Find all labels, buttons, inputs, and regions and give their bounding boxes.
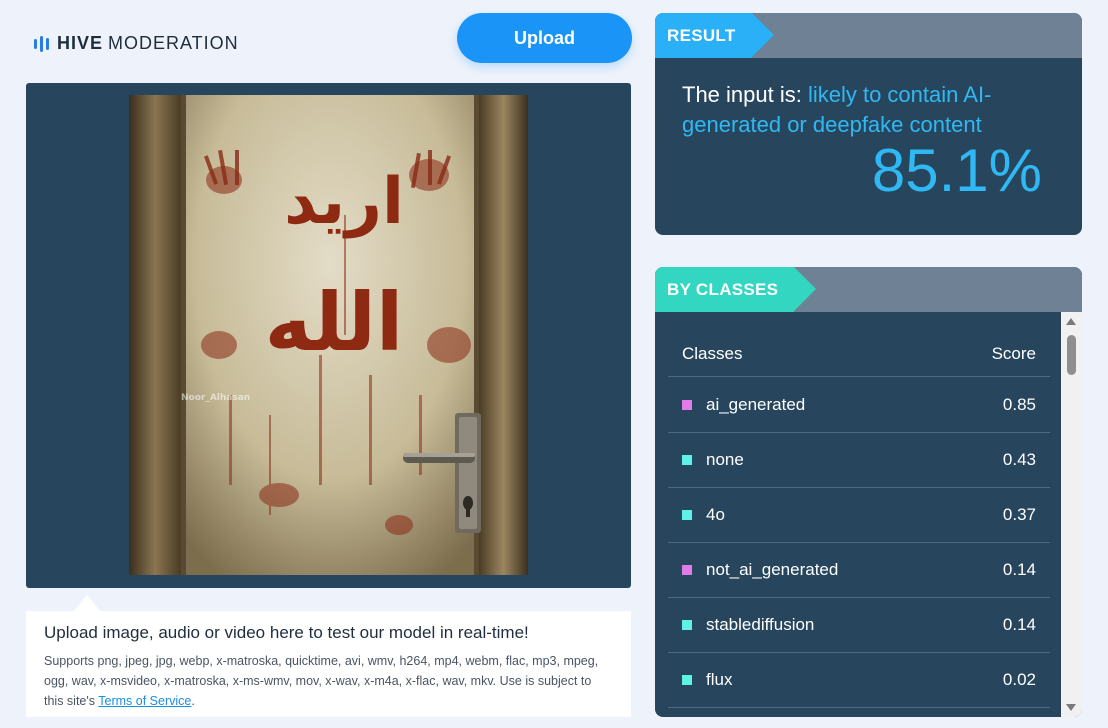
svg-text:الله: الله (265, 276, 404, 369)
logo-bars-icon (34, 35, 49, 52)
class-score: 0.37 (1002, 505, 1036, 524)
classes-tag: BY CLASSES (655, 267, 817, 312)
class-color-swatch (682, 510, 692, 520)
table-row: none 0.43 (668, 433, 1050, 488)
table-row: flux 0.02 (668, 653, 1050, 708)
upload-info-box: Upload image, audio or video here to tes… (26, 611, 631, 717)
result-verdict: The input is: likely to contain AI-gener… (682, 82, 992, 137)
scroll-up-icon[interactable] (1066, 318, 1076, 325)
logo-text: HIVE MODERATION (57, 33, 239, 53)
result-percentage: 85.1% (871, 137, 1042, 204)
info-title: Upload image, audio or video here to tes… (44, 623, 529, 642)
class-score: 0.14 (1002, 560, 1036, 579)
class-color-swatch (682, 455, 692, 465)
svg-text:اريد: اريد (284, 165, 404, 239)
col-score: Score (991, 344, 1036, 363)
class-score: 0.14 (1002, 615, 1036, 634)
class-name: stablediffusion (706, 615, 815, 634)
scroll-thumb[interactable] (1067, 335, 1076, 375)
classes-header: BY CLASSES (655, 267, 1082, 312)
class-name: none (706, 450, 744, 469)
class-name: flux (706, 670, 733, 689)
result-card: RESULT The input is: likely to contain A… (655, 13, 1082, 235)
table-row: ai_generated 0.85 (668, 378, 1050, 433)
class-name: not_ai_generated (706, 560, 839, 579)
class-score: 0.85 (1002, 395, 1036, 414)
classes-table: Classes Score ai_generated 0.85 none 0.43 4o… (655, 312, 1060, 717)
class-color-swatch (682, 620, 692, 630)
class-name: 4o (706, 505, 725, 524)
info-description: Supports png, jpeg, jpg, webp, x-matrosk… (44, 654, 599, 708)
table-row: stablediffusion 0.14 (668, 598, 1050, 653)
class-color-swatch (682, 565, 692, 575)
svg-text:Noor_Alhasan: Noor_Alhasan (181, 393, 250, 403)
media-preview-panel: اريد الله Noor_Alhasan (26, 83, 631, 588)
classes-scrollbar[interactable] (1061, 312, 1082, 717)
result-tag: RESULT (655, 13, 773, 58)
class-color-swatch (682, 400, 692, 410)
table-header: Classes Score (668, 332, 1050, 377)
upload-button[interactable]: Upload (457, 13, 632, 63)
door-image: اريد الله Noor_Alhasan (129, 95, 528, 575)
class-name: ai_generated (706, 395, 806, 414)
scroll-down-icon[interactable] (1066, 704, 1076, 711)
table-row: not_ai_generated 0.14 (668, 543, 1050, 598)
terms-of-service-link[interactable]: Terms of Service (98, 694, 191, 708)
info-pointer (74, 595, 100, 611)
classes-card: BY CLASSES Classes Score ai_generated 0.8… (655, 267, 1082, 717)
class-score: 0.02 (1002, 670, 1036, 689)
table-row: 4o 0.37 (668, 488, 1050, 543)
class-score: 0.43 (1002, 450, 1036, 469)
class-color-swatch (682, 675, 692, 685)
col-classes: Classes (682, 344, 743, 363)
table-rows: ai_generated 0.85 none 0.43 4o 0.37 not_ai_gen… (668, 378, 1050, 708)
hive-moderation-logo[interactable]: HIVE MODERATION (34, 33, 239, 54)
result-header: RESULT (655, 13, 1082, 58)
uploaded-image: اريد الله Noor_Alhasan (129, 95, 528, 575)
